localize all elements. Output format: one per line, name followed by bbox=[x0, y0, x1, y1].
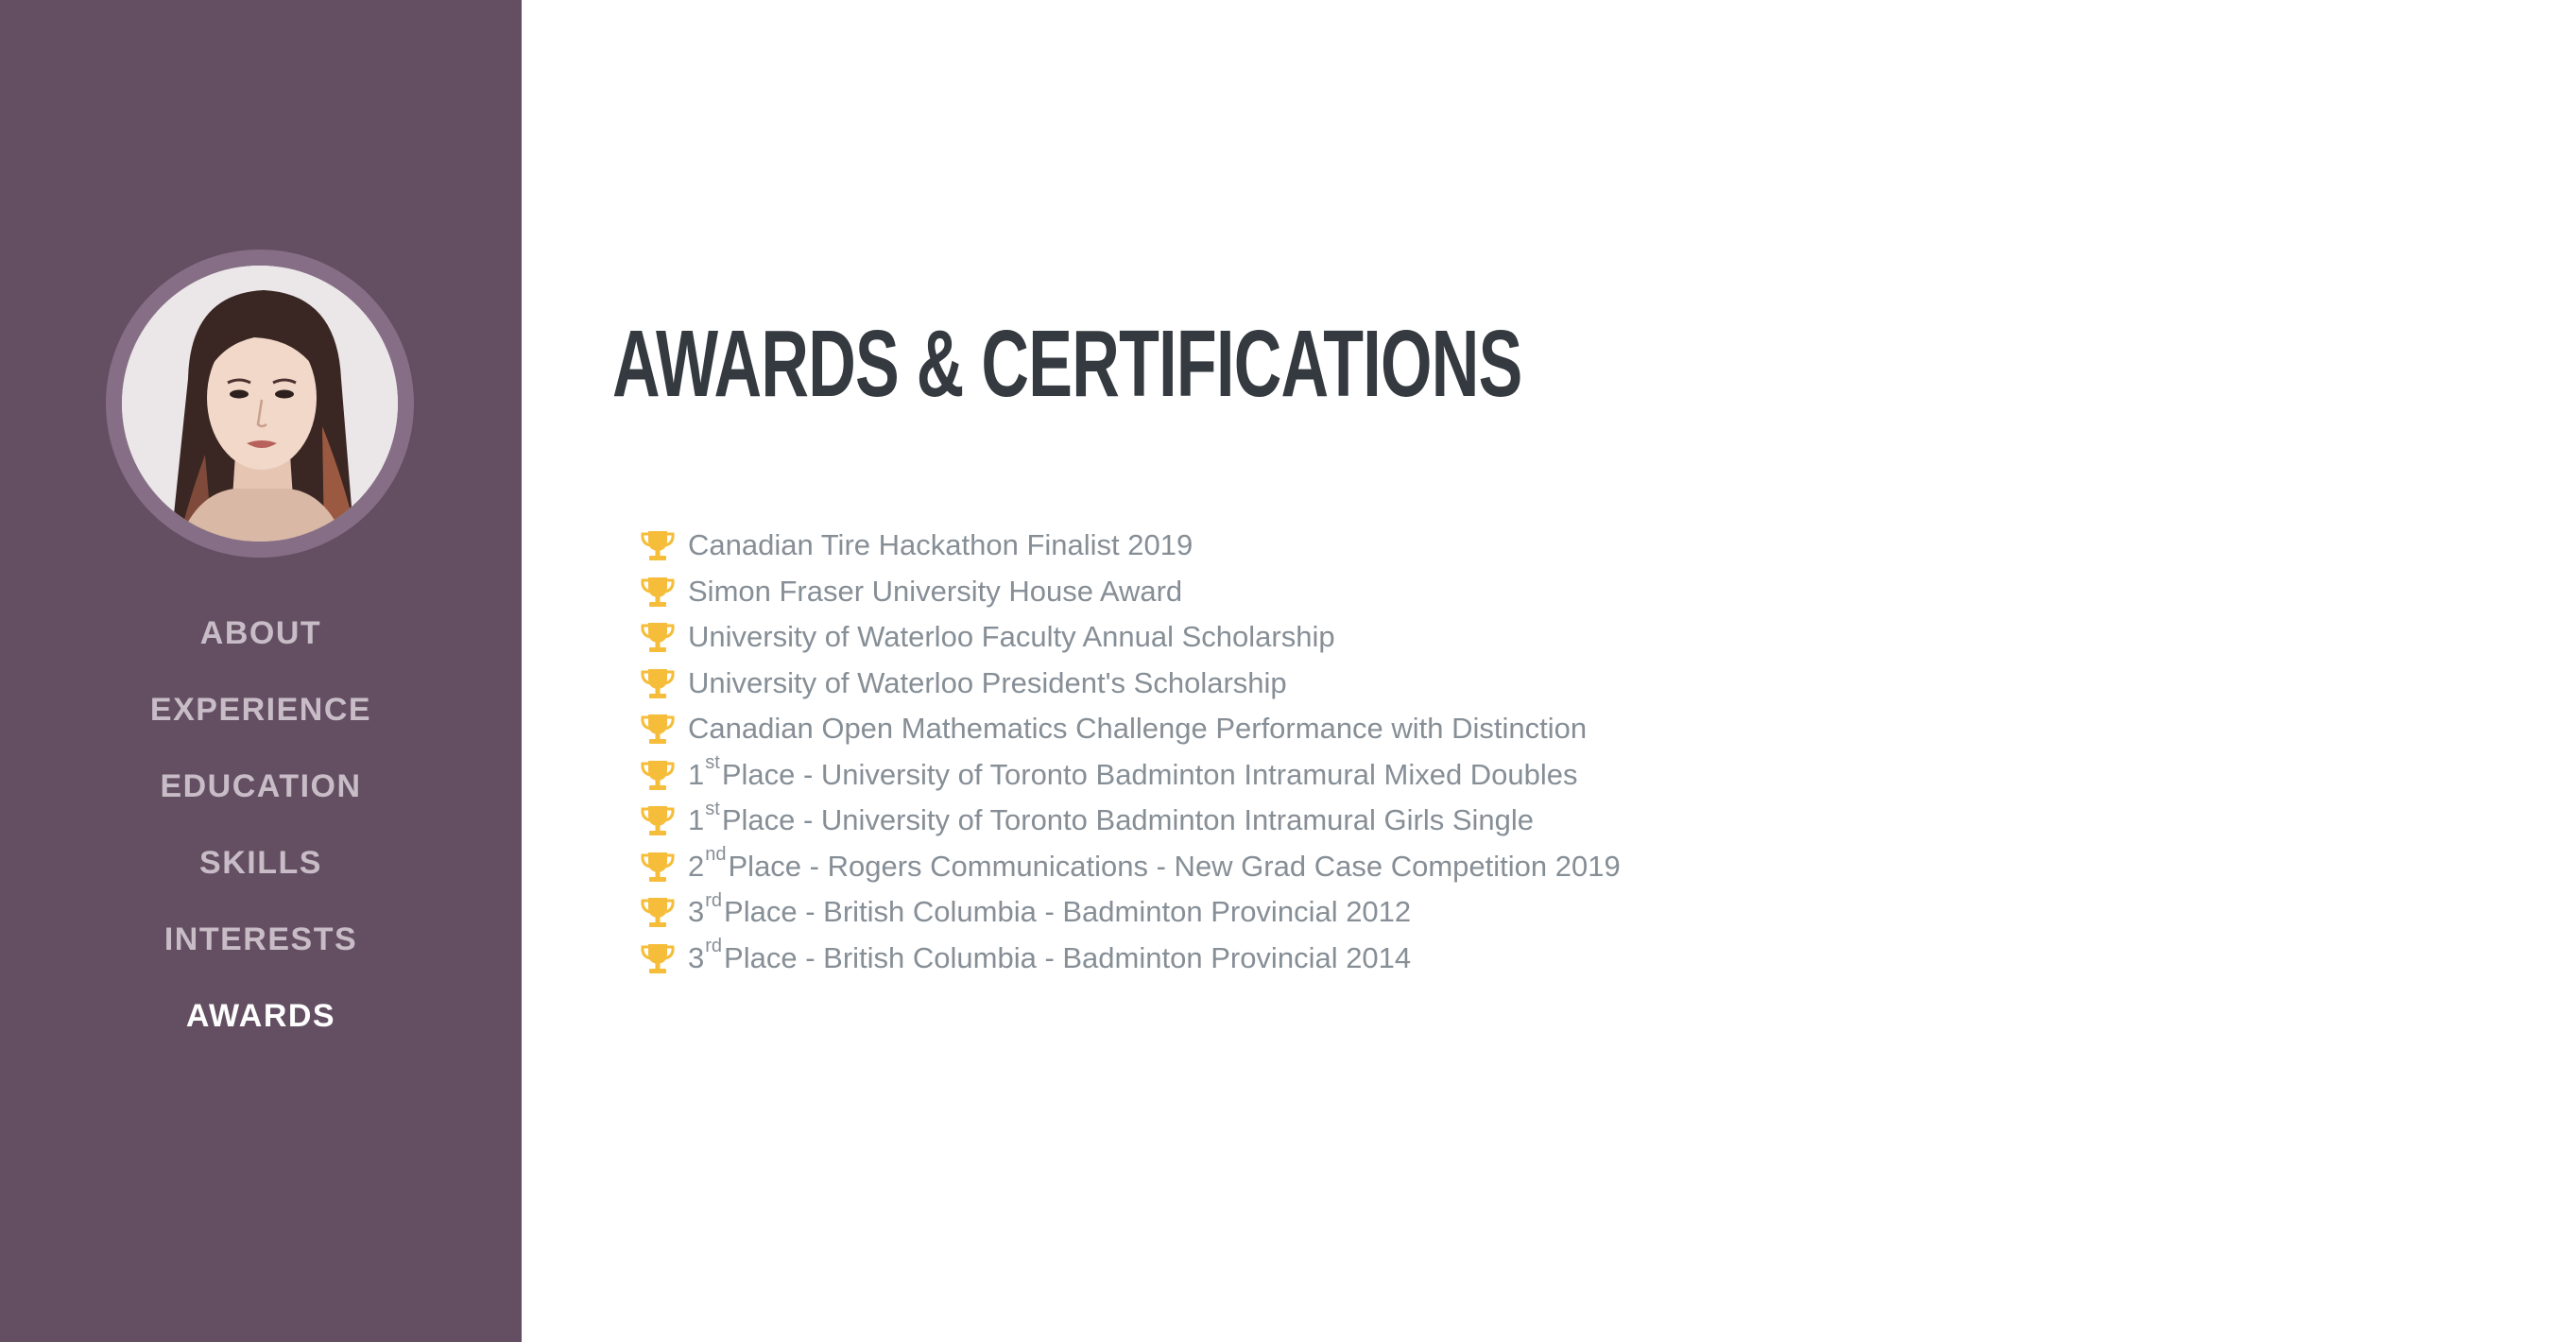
trophy-icon bbox=[639, 621, 677, 653]
nav-item-interests[interactable]: INTERESTS bbox=[0, 902, 522, 978]
trophy-icon bbox=[639, 942, 677, 974]
trophy-icon bbox=[639, 851, 677, 883]
award-text: University of Waterloo Faculty Annual Sc… bbox=[688, 620, 1335, 654]
award-text: Place - University of Toronto Badminton … bbox=[721, 803, 1534, 837]
award-item: Canadian Open Mathematics Challenge Perf… bbox=[639, 706, 1621, 752]
awards-list: Canadian Tire Hackathon Finalist 2019 Sim… bbox=[639, 523, 1621, 981]
nav-item-education[interactable]: EDUCATION bbox=[0, 748, 522, 825]
award-item: 1st Place - University of Toronto Badmint… bbox=[639, 752, 1621, 799]
nav-item-awards[interactable]: AWARDS bbox=[0, 978, 522, 1055]
award-item: University of Waterloo Faculty Annual Sc… bbox=[639, 614, 1621, 661]
trophy-icon bbox=[639, 576, 677, 608]
nav-item-about[interactable]: ABOUT bbox=[0, 595, 522, 672]
award-item: 3rd Place - British Columbia - Badminton … bbox=[639, 936, 1621, 982]
page-title: AWARDS & CERTIFICATIONS bbox=[612, 311, 1522, 417]
award-rank: 3 bbox=[688, 895, 705, 929]
trophy-icon bbox=[639, 804, 677, 836]
award-item: 3rd Place - British Columbia - Badminton … bbox=[639, 889, 1621, 936]
award-item: University of Waterloo President's Schol… bbox=[639, 661, 1621, 707]
trophy-icon bbox=[639, 713, 677, 745]
trophy-icon bbox=[639, 759, 677, 791]
award-text: Place - British Columbia - Badminton Pro… bbox=[724, 940, 1412, 974]
award-text: Canadian Open Mathematics Challenge Perf… bbox=[688, 712, 1588, 746]
trophy-icon bbox=[639, 896, 677, 928]
award-rank-suffix: st bbox=[705, 752, 720, 774]
trophy-icon bbox=[639, 529, 677, 561]
award-rank: 1 bbox=[688, 803, 705, 837]
profile-photo bbox=[122, 266, 398, 542]
sidebar-nav: ABOUT EXPERIENCE EDUCATION SKILLS INTERE… bbox=[0, 595, 522, 1055]
award-item: 1st Place - University of Toronto Badmint… bbox=[639, 798, 1621, 844]
trophy-icon bbox=[639, 667, 677, 699]
award-item: 2nd Place - Rogers Communications - New G… bbox=[639, 844, 1621, 890]
nav-item-experience[interactable]: EXPERIENCE bbox=[0, 672, 522, 748]
avatar bbox=[106, 249, 414, 558]
award-rank-suffix: st bbox=[705, 798, 720, 819]
award-text: University of Waterloo President's Schol… bbox=[688, 665, 1287, 699]
award-rank: 2 bbox=[688, 849, 705, 883]
award-rank: 1 bbox=[688, 757, 705, 791]
sidebar: ABOUT EXPERIENCE EDUCATION SKILLS INTERE… bbox=[0, 0, 522, 1342]
award-item: Simon Fraser University House Award bbox=[639, 569, 1621, 615]
award-text: Place - Rogers Communications - New Grad… bbox=[728, 849, 1621, 883]
award-text: Simon Fraser University House Award bbox=[688, 574, 1183, 608]
nav-item-skills[interactable]: SKILLS bbox=[0, 825, 522, 902]
award-item: Canadian Tire Hackathon Finalist 2019 bbox=[639, 523, 1621, 569]
main-content: AWARDS & CERTIFICATIONS Canadian Tire Ha… bbox=[522, 0, 2576, 1342]
award-text: Place - British Columbia - Badminton Pro… bbox=[724, 895, 1412, 929]
award-rank-suffix: rd bbox=[705, 889, 723, 911]
award-text: Canadian Tire Hackathon Finalist 2019 bbox=[688, 528, 1194, 562]
award-rank-suffix: nd bbox=[705, 844, 727, 866]
award-rank: 3 bbox=[688, 940, 705, 974]
award-text: Place - University of Toronto Badminton … bbox=[721, 757, 1578, 791]
award-rank-suffix: rd bbox=[705, 936, 723, 957]
